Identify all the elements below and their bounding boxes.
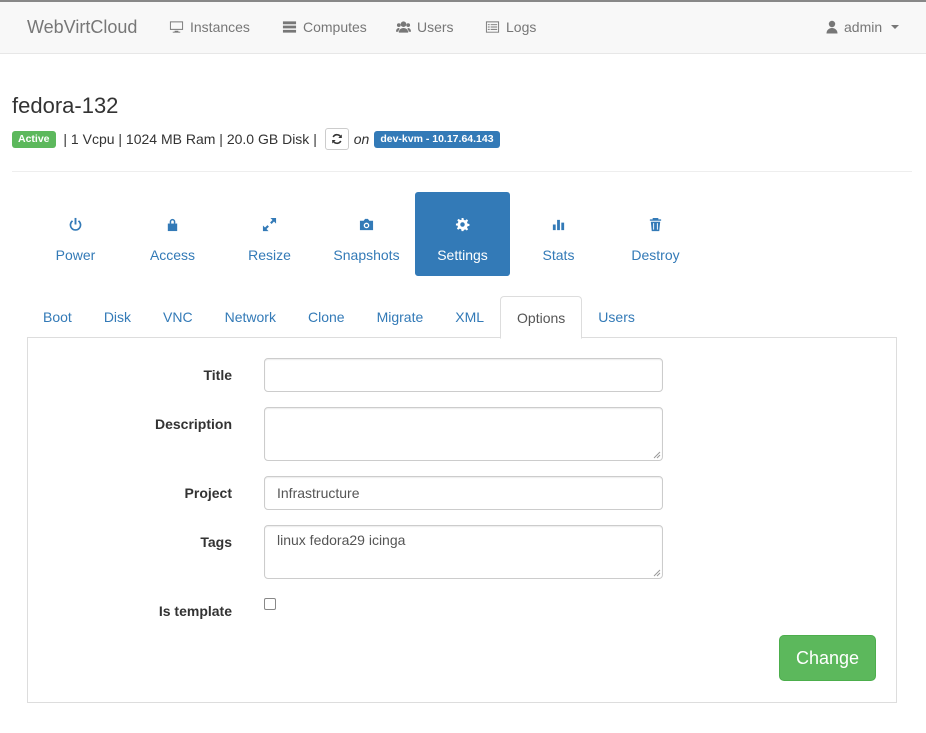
user-menu-label: admin [844, 19, 883, 35]
page-title: fedora-132 [12, 93, 119, 118]
desktop-icon [169, 21, 184, 33]
nav-logs[interactable]: Logs [485, 19, 536, 35]
instance-info: Active | 1 Vcpu | 1024 MB Ram | 20.0 GB … [12, 128, 500, 150]
action-stats[interactable]: Stats [510, 192, 607, 276]
tab-xml[interactable]: XML [439, 296, 500, 338]
power-icon [69, 217, 82, 231]
bar-chart-icon [552, 219, 565, 231]
tags-text: linux fedora29 icinga [277, 532, 406, 548]
tab-clone[interactable]: Clone [292, 296, 361, 338]
resize-grip-icon[interactable] [653, 451, 661, 459]
tab-migrate[interactable]: Migrate [361, 296, 440, 338]
tab-boot[interactable]: Boot [27, 296, 88, 338]
lock-icon [167, 218, 178, 232]
nav-users-label: Users [417, 19, 454, 35]
title-input[interactable] [264, 358, 663, 392]
tab-users[interactable]: Users [582, 296, 651, 338]
action-destroy-label: Destroy [631, 247, 680, 263]
users-icon [396, 21, 411, 33]
nav-instances-label: Instances [190, 19, 250, 35]
refresh-button[interactable] [324, 128, 349, 150]
action-tiles: Power Access Resize Snapshots Settings S… [27, 192, 704, 276]
camera-icon [359, 218, 374, 231]
change-button[interactable]: Change [779, 635, 876, 681]
description-textarea[interactable] [264, 407, 663, 461]
nav-computes-label: Computes [303, 19, 367, 35]
nav-computes[interactable]: Computes [282, 19, 367, 35]
tab-disk[interactable]: Disk [88, 296, 147, 338]
host-badge[interactable]: dev-kvm - 10.17.64.143 [374, 130, 500, 148]
template-checkbox[interactable] [264, 598, 276, 610]
tab-network[interactable]: Network [209, 296, 292, 338]
action-snapshots[interactable]: Snapshots [318, 192, 415, 276]
nav-instances[interactable]: Instances [169, 19, 250, 35]
navbar: WebVirtCloud Instances Computes Users Lo… [0, 2, 926, 54]
settings-tabs: Boot Disk VNC Network Clone Migrate XML … [27, 296, 897, 339]
options-panel: Title Description Project Infrastructure… [27, 337, 897, 703]
action-stats-label: Stats [542, 247, 575, 263]
action-resize-label: Resize [248, 247, 291, 263]
action-power-label: Power [55, 247, 96, 263]
nav-logs-label: Logs [506, 19, 537, 35]
user-menu[interactable]: admin [826, 19, 900, 35]
chevron-down-icon [891, 25, 900, 29]
action-settings[interactable]: Settings [415, 192, 510, 276]
project-label: Project [184, 485, 232, 501]
project-input[interactable]: Infrastructure [264, 476, 663, 510]
server-icon [282, 21, 297, 33]
user-icon [826, 20, 838, 34]
title-label: Title [203, 367, 232, 383]
description-label: Description [154, 416, 232, 432]
brand-logo[interactable]: WebVirtCloud [27, 17, 137, 38]
resize-icon [262, 217, 277, 232]
tab-options[interactable]: Options [500, 296, 583, 339]
on-text: on [353, 131, 370, 147]
refresh-icon [331, 133, 342, 145]
action-access[interactable]: Access [124, 192, 221, 276]
status-badge: Active [12, 130, 56, 148]
action-access-label: Access [149, 247, 196, 263]
action-snapshots-label: Snapshots [333, 247, 400, 263]
resize-grip-icon[interactable] [653, 569, 661, 577]
tags-textarea[interactable]: linux fedora29 icinga [264, 525, 663, 579]
list-icon [485, 21, 500, 33]
action-settings-label: Settings [437, 247, 488, 263]
action-destroy[interactable]: Destroy [607, 192, 704, 276]
nav-users[interactable]: Users [396, 19, 454, 35]
action-resize[interactable]: Resize [221, 192, 318, 276]
action-power[interactable]: Power [27, 192, 124, 276]
instance-specs: | 1 Vcpu | 1024 MB Ram | 20.0 GB Disk | [59, 131, 321, 147]
trash-icon [649, 217, 662, 232]
tab-vnc[interactable]: VNC [147, 296, 209, 338]
template-label: Is template [158, 603, 232, 619]
divider [12, 171, 912, 172]
gear-icon [455, 217, 470, 232]
tags-label: Tags [200, 534, 232, 550]
